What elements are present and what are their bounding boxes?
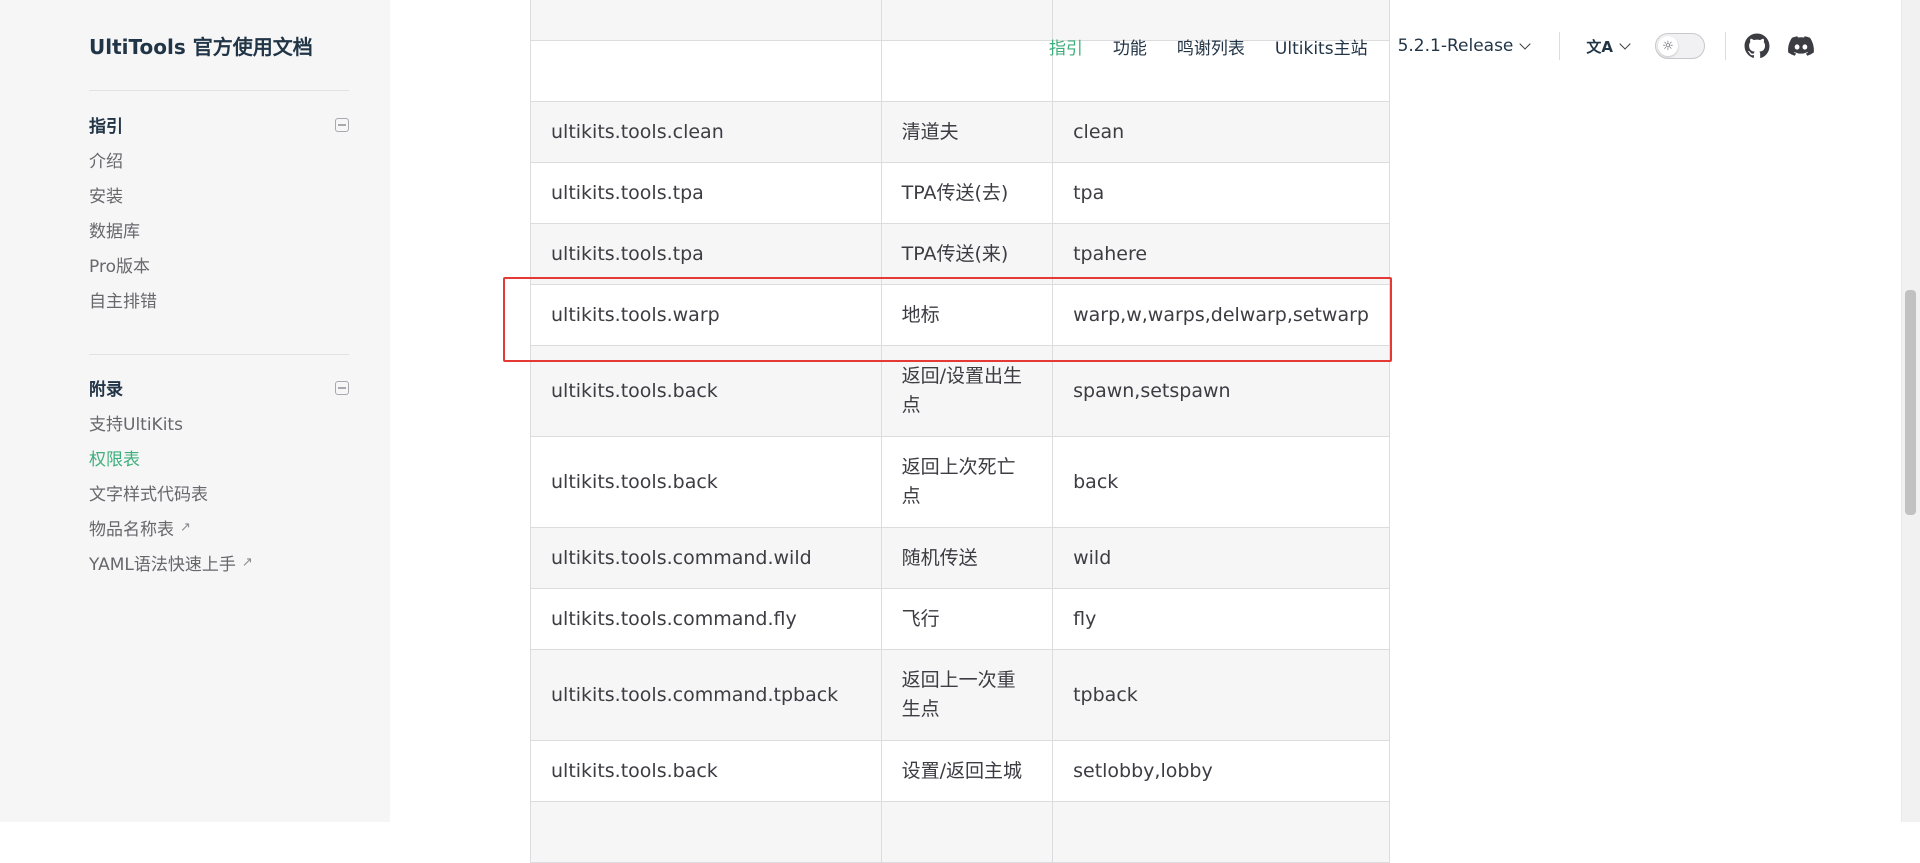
collapse-icon[interactable]: [335, 118, 349, 132]
description-cell: 返回上次死亡点: [880, 436, 1054, 528]
description-cell: 飞行: [880, 588, 1054, 650]
sidebar-group-guide: 指引 介绍 安装 数据库 Pro版本 自主排错: [89, 110, 349, 317]
description-cell: 返回上一次重生点: [880, 649, 1054, 741]
sidebar-item-intro[interactable]: 介绍: [89, 142, 349, 177]
sidebar-divider: [89, 354, 349, 355]
command-cell: [1052, 801, 1390, 863]
command-cell: tpa: [1052, 162, 1390, 224]
table-row: ultikits.tools.command.tpback 返回上一次重生点 tpb…: [530, 649, 1390, 741]
nav-link-ultikits-site[interactable]: Ultikits主站: [1275, 34, 1368, 59]
description-cell: 清道夫: [880, 101, 1054, 163]
permission-cell: ultikits.tools.warp: [530, 284, 882, 346]
table-row: ultikits.tools.tpa TPA传送(来) tpahere: [530, 223, 1390, 285]
sidebar-item-label: 自主排错: [89, 292, 157, 312]
github-icon[interactable]: [1744, 33, 1770, 59]
description-cell: [880, 801, 1054, 863]
permission-cell: ultikits.tools.command.fly: [530, 588, 882, 650]
table-row: ultikits.tools.warp 地标 warp,w,warps,delwar…: [530, 284, 1390, 346]
command-cell: spawn,setspawn: [1052, 345, 1390, 437]
permission-cell: ultikits.tools.tpa: [530, 162, 882, 224]
version-label: 5.2.1-Release: [1397, 36, 1514, 56]
permission-cell: ultikits.tools.clean: [530, 101, 882, 163]
permissions-table: ultikits.tools.clean 清道夫 clean ultikits.too…: [530, 0, 1390, 863]
permission-cell: ultikits.tools.back: [530, 436, 882, 528]
sidebar-group-title: 附录: [89, 379, 123, 400]
collapse-icon[interactable]: [335, 381, 349, 395]
command-cell: setlobby,lobby: [1052, 740, 1390, 802]
table-row: ultikits.tools.command.wild 随机传送 wild: [530, 527, 1390, 589]
table-row: ultikits.tools.back 设置/返回主城 setlobby,lobby: [530, 740, 1390, 802]
sidebar-item-permissions[interactable]: 权限表: [89, 440, 349, 475]
permission-cell: [530, 801, 882, 863]
nav-divider: [1559, 32, 1561, 60]
description-cell: TPA传送(去): [880, 162, 1054, 224]
command-cell: wild: [1052, 527, 1390, 589]
sidebar-item-label: 介绍: [89, 152, 123, 172]
chevron-down-icon: [1519, 38, 1532, 50]
permission-cell: ultikits.tools.command.tpback: [530, 649, 882, 741]
sidebar-item-label: Pro版本: [89, 257, 150, 277]
version-dropdown[interactable]: 5.2.1-Release: [1397, 36, 1532, 56]
discord-icon[interactable]: [1788, 33, 1814, 59]
sidebar-divider: [89, 90, 349, 91]
table-row: ultikits.tools.tpa TPA传送(去) tpa: [530, 162, 1390, 224]
permission-cell: ultikits.tools.tpa: [530, 223, 882, 285]
sidebar-item-yaml-guide[interactable]: YAML语法快速上手 ↗: [89, 545, 349, 580]
sidebar-item-item-names[interactable]: 物品名称表 ↗: [89, 510, 349, 545]
sidebar-item-install[interactable]: 安装: [89, 177, 349, 212]
table-row: ultikits.tools.clean 清道夫 clean: [530, 101, 1390, 163]
sidebar-item-label: 数据库: [89, 222, 140, 242]
description-cell: TPA传送(来): [880, 223, 1054, 285]
table-row: ultikits.tools.back 返回/设置出生点 spawn,setspaw…: [530, 345, 1390, 437]
sun-icon: ☼: [1658, 36, 1678, 56]
nav-link-thanks[interactable]: 鸣谢列表: [1177, 34, 1245, 59]
external-link-icon: ↗: [180, 520, 191, 535]
language-dropdown[interactable]: 文A: [1586, 36, 1631, 57]
command-cell: fly: [1052, 588, 1390, 650]
chevron-down-icon: [1619, 38, 1631, 50]
command-cell: tpahere: [1052, 223, 1390, 285]
external-link-icon: ↗: [241, 555, 253, 570]
sidebar-item-pro[interactable]: Pro版本: [89, 247, 349, 282]
permission-cell: ultikits.tools.command.wild: [530, 527, 882, 589]
sidebar-group-header[interactable]: 附录: [89, 373, 349, 401]
sidebar-item-label: 安装: [89, 187, 123, 207]
sidebar-item-text-style-codes[interactable]: 文字样式代码表: [89, 475, 349, 510]
command-cell: warp,w,warps,delwarp,setwarp: [1052, 284, 1390, 346]
description-cell: 设置/返回主城: [880, 740, 1054, 802]
page-scrollbar[interactable]: [1901, 0, 1920, 822]
sidebar-item-label: YAML语法快速上手: [89, 555, 236, 575]
navbar: 指引 功能 鸣谢列表 Ultikits主站 5.2.1-Release 文A ☼: [390, 0, 1920, 92]
nav-link-features[interactable]: 功能: [1113, 34, 1147, 59]
nav-divider: [1725, 32, 1726, 60]
sidebar-item-label: 物品名称表: [89, 520, 174, 540]
site-title[interactable]: UltiTools 官方使用文档: [89, 31, 313, 60]
description-cell: 随机传送: [880, 527, 1054, 589]
theme-toggle[interactable]: ☼: [1655, 33, 1705, 59]
command-cell: tpback: [1052, 649, 1390, 741]
sidebar-item-troubleshoot[interactable]: 自主排错: [89, 282, 349, 317]
permission-cell: ultikits.tools.back: [530, 345, 882, 437]
scroll-thumb[interactable]: [1905, 290, 1916, 515]
command-cell: clean: [1052, 101, 1390, 163]
sidebar-item-database[interactable]: 数据库: [89, 212, 349, 247]
command-cell: back: [1052, 436, 1390, 528]
sidebar-group-appendix: 附录 支持UltiKits 权限表 文字样式代码表 物品名称表 ↗ YAML语法快…: [89, 373, 349, 580]
sidebar-item-label: 支持UltiKits: [89, 415, 183, 435]
description-cell: 返回/设置出生点: [880, 345, 1054, 437]
sidebar-item-label: 文字样式代码表: [89, 485, 208, 505]
table-row: [530, 801, 1390, 863]
description-cell: 地标: [880, 284, 1054, 346]
table-row: ultikits.tools.command.fly 飞行 fly: [530, 588, 1390, 650]
nav-link-guide[interactable]: 指引: [1049, 34, 1083, 59]
sidebar: UltiTools 官方使用文档 指引 介绍 安装 数据库 Pro版本 自主排错…: [0, 0, 390, 822]
permission-cell: ultikits.tools.back: [530, 740, 882, 802]
sidebar-item-support[interactable]: 支持UltiKits: [89, 405, 349, 440]
table-row: ultikits.tools.back 返回上次死亡点 back: [530, 436, 1390, 528]
sidebar-group-title: 指引: [89, 116, 123, 137]
sidebar-item-label: 权限表: [89, 450, 140, 470]
sidebar-group-header[interactable]: 指引: [89, 110, 349, 138]
translate-icon: 文A: [1586, 37, 1613, 56]
